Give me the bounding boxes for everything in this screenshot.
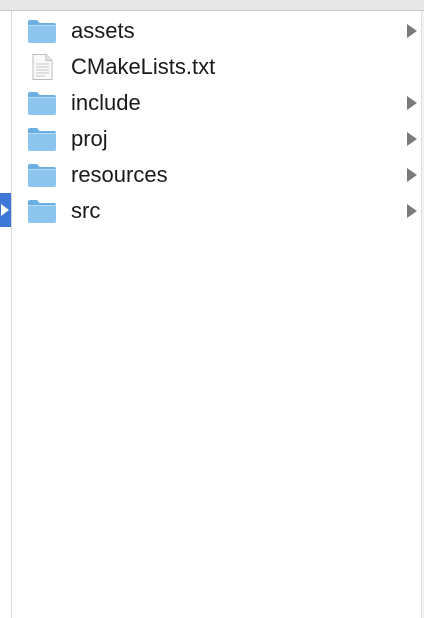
item-name: assets xyxy=(71,18,135,43)
selected-row-indicator[interactable] xyxy=(0,193,11,227)
item-name: resources xyxy=(71,162,168,187)
list-item[interactable]: assets xyxy=(13,13,421,49)
item-name: src xyxy=(71,198,101,223)
list-item[interactable]: resources xyxy=(13,157,421,193)
previous-column[interactable] xyxy=(0,11,12,618)
folder-icon xyxy=(28,164,56,187)
expand-arrow-icon[interactable] xyxy=(407,24,417,38)
disclosure-triangle-icon xyxy=(1,204,9,216)
text-file-icon xyxy=(32,54,53,80)
folder-icon xyxy=(28,20,56,43)
folder-icon xyxy=(28,128,56,151)
list-item[interactable]: CMakeLists.txt xyxy=(13,49,421,85)
finder-column-view: assets CMakeLists.txt include proj resou… xyxy=(0,0,424,618)
item-name: CMakeLists.txt xyxy=(71,54,216,79)
item-name: include xyxy=(71,90,141,115)
expand-arrow-icon[interactable] xyxy=(407,204,417,218)
expand-arrow-icon[interactable] xyxy=(407,132,417,146)
list-item[interactable]: proj xyxy=(13,121,421,157)
column-header-strip xyxy=(0,0,424,11)
list-item[interactable]: include xyxy=(13,85,421,121)
expand-arrow-icon[interactable] xyxy=(407,168,417,182)
expand-arrow-icon[interactable] xyxy=(407,96,417,110)
folder-icon xyxy=(28,200,56,223)
item-name: proj xyxy=(71,126,108,151)
file-list: assets CMakeLists.txt include proj resou… xyxy=(13,13,421,229)
folder-icon xyxy=(28,92,56,115)
list-item[interactable]: src xyxy=(13,193,421,229)
